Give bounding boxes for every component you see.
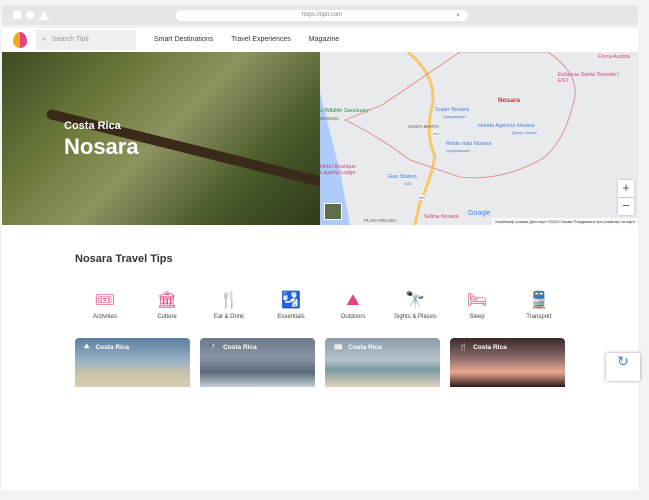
map-label-rinde[interactable]: Rinde más Nosara	[446, 141, 492, 147]
zoom-in-button[interactable]: +	[618, 180, 634, 197]
category-label: Eat & Drink	[213, 314, 245, 320]
category-eat-drink[interactable]: 🍴 Eat & Drink	[198, 290, 260, 320]
page: ⌕ Search Tiplr Smart Destinations Travel …	[2, 28, 638, 490]
category-essentials[interactable]: 🛂 Essentials	[260, 290, 322, 320]
top-nav: ⌕ Search Tiplr Smart Destinations Travel …	[2, 28, 638, 51]
map-label-super[interactable]: Super Nosara	[435, 107, 469, 113]
search-input[interactable]: ⌕ Search Tiplr	[36, 29, 136, 50]
hero-city: Nosara	[64, 134, 139, 159]
nav-magazine[interactable]: Magazine	[309, 36, 339, 43]
map-label-finca[interactable]: Finca Austria	[598, 54, 630, 60]
category-activities[interactable]: 🎟 Activities	[74, 290, 136, 320]
satellite-toggle[interactable]	[324, 203, 342, 220]
map-label-gas-sub: АЗС	[404, 181, 412, 186]
card-title: Costa Rica	[348, 343, 382, 351]
map-label-honda-sub: Дилер Honda	[512, 130, 537, 135]
hero-country: Costa Rica	[64, 120, 121, 132]
google-logo: Google	[468, 210, 491, 217]
utensils-icon: 🍴	[219, 292, 239, 309]
category-label: Essentials	[277, 314, 305, 320]
category-list: 🎟 Activities 🏛 Culture 🍴 Eat & Drink 🛂 Essen…	[74, 290, 570, 320]
passport-icon: 🛂	[281, 292, 301, 309]
tip-card[interactable]: 🍴 Costa Rica	[450, 338, 565, 387]
map-label-hotel[interactable]: Hotel Boutique Lagarta Lodge	[320, 164, 360, 176]
tip-card[interactable]: ⛰ Costa Rica	[75, 338, 190, 387]
binoculars-icon: 🔭	[209, 344, 218, 351]
map-label-rinde-sub: Супермаркет	[446, 148, 471, 153]
map-label-nosara[interactable]: Nosara	[498, 97, 520, 104]
binoculars-icon: 🔭	[405, 292, 425, 309]
nav-travel-experiences[interactable]: Travel Experiences	[231, 36, 291, 43]
recaptcha-badge[interactable]: ↻	[606, 353, 640, 381]
category-label: Sleep	[469, 314, 485, 320]
map-label-honda[interactable]: Honda Agencia Nosara	[478, 123, 535, 129]
map-label-selina[interactable]: Selina Nosara	[424, 214, 459, 220]
museum-icon: 🏛	[156, 292, 178, 309]
recaptcha-icon: ↻	[617, 353, 629, 369]
search-icon[interactable]: ⌕	[456, 10, 460, 21]
category-outdoors[interactable]: ⛰ Outdoors	[322, 290, 384, 320]
utensils-icon: 🍴	[459, 344, 468, 351]
map-label-gas[interactable]: Gas Station	[388, 174, 417, 180]
tip-card[interactable]: 🔭 Costa Rica	[200, 338, 315, 387]
hero-image: Costa Rica Nosara	[2, 52, 320, 225]
window-controls	[13, 11, 49, 20]
category-label: Sights & Places	[393, 314, 437, 320]
mountain-icon: ⛰	[346, 292, 360, 309]
map-label-super-sub: Супермаркет	[442, 114, 467, 119]
card-title: Costa Rica	[95, 343, 130, 351]
map-label-wildlife[interactable]: u Wildlife Sanctuary	[320, 108, 369, 114]
ticket-icon: 🎟	[94, 292, 116, 309]
category-sleep[interactable]: 🛏 Sleep	[446, 290, 508, 320]
address-bar[interactable]: https://tiplr.com ⌕	[176, 10, 468, 21]
tiplr-logo[interactable]	[13, 31, 27, 48]
search-icon: ⌕	[42, 35, 46, 43]
map-label-santa-marta: SANTA MARTA	[408, 124, 440, 129]
category-culture[interactable]: 🏛 Culture	[136, 290, 198, 320]
train-icon: 🚆	[529, 292, 549, 309]
road-marker: 160	[418, 195, 425, 200]
category-label: Activities	[93, 314, 117, 320]
zoom-out-button[interactable]: −	[618, 198, 634, 215]
mountain-icon: ⛰	[84, 343, 90, 350]
category-sights[interactable]: 🔭 Sights & Places	[384, 290, 446, 320]
category-label: Culture	[157, 314, 177, 320]
section-title: Nosara Travel Tips	[75, 253, 173, 265]
map-label-nosara-small: NOSARA	[320, 116, 340, 121]
url-text: https://tiplr.com	[301, 12, 343, 18]
card-title: Costa Rica	[223, 343, 257, 351]
road-marker: 160	[432, 131, 439, 136]
nav-smart-destinations[interactable]: Smart Destinations	[154, 36, 213, 43]
search-placeholder: Search Tiplr	[51, 36, 90, 43]
map[interactable]: Finca Austria Estancia Santa Teresita | …	[320, 52, 638, 225]
triangle-icon[interactable]	[39, 11, 49, 20]
square-icon[interactable]	[13, 11, 21, 19]
category-label: Transport	[526, 314, 552, 320]
browser-toolbar: https://tiplr.com ⌕	[2, 5, 638, 25]
map-label-estancia[interactable]: Estancia Santa Teresita | EST	[558, 72, 628, 84]
category-label: Outdoors	[340, 314, 366, 320]
tip-cards: ⛰ Costa Rica 🔭 Costa Rica 🎟 Costa Rica 🍴 Cos…	[75, 338, 565, 387]
map-attribution[interactable]: Комбінації клавіш Дані карт ©2023 Умови …	[492, 218, 638, 225]
circle-icon[interactable]	[26, 11, 34, 19]
category-transport[interactable]: 🚆 Transport	[508, 290, 570, 320]
card-title: Costa Rica	[473, 343, 507, 351]
bed-icon: 🛏	[466, 292, 488, 309]
map-label-pelada: PLAYA PELADA	[364, 218, 397, 223]
tip-card[interactable]: 🎟 Costa Rica	[325, 338, 440, 387]
ticket-icon: 🎟	[334, 344, 343, 351]
